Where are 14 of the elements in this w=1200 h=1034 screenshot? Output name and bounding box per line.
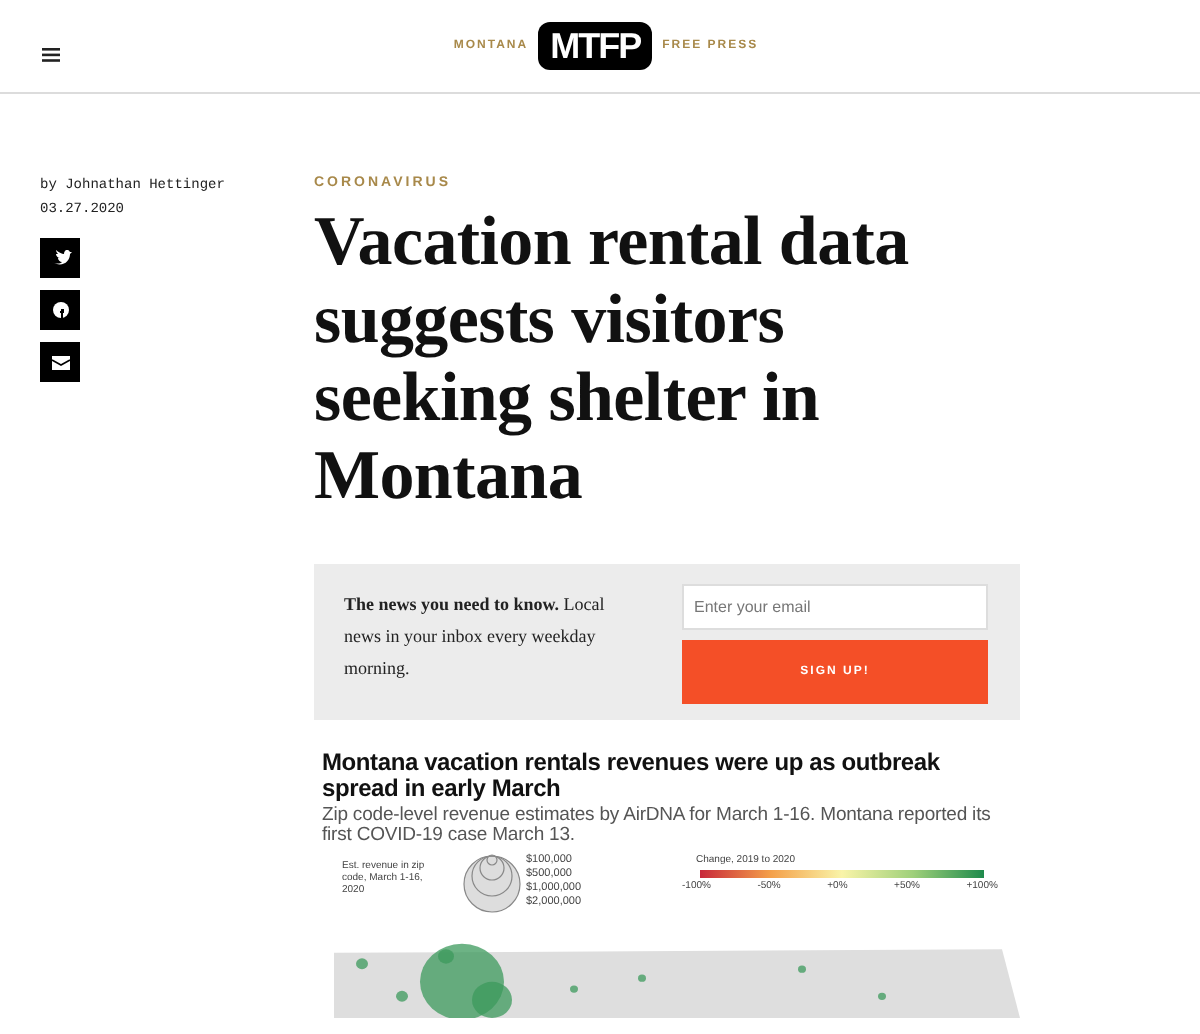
twitter-bird-icon [49, 249, 71, 267]
envelope-icon [49, 353, 71, 371]
graphic-title: Montana vacation rentals revenues were up as outbreak spread in early March [322, 750, 942, 802]
facebook-icon [49, 301, 71, 319]
email-field[interactable]: Enter your email [682, 584, 988, 630]
share-button[interactable] [40, 238, 80, 278]
share-button[interactable] [40, 290, 80, 330]
headline: Vacation rental data suggests visitors seeking shelter in Montana [314, 202, 911, 514]
share-button[interactable] [40, 342, 80, 382]
graphic-subtitle: Zip code-level revenue estimates by AirDNA for March 1-16. Montana reported its first COVID-19 case March 13. [322, 806, 993, 846]
newsletter-text: The news you need to know. Local news in your inbox every weekday morning. [344, 592, 607, 682]
logo[interactable]: MTFP [538, 22, 653, 70]
menu-icon[interactable] [42, 48, 60, 62]
size-legend-icon [462, 854, 522, 914]
